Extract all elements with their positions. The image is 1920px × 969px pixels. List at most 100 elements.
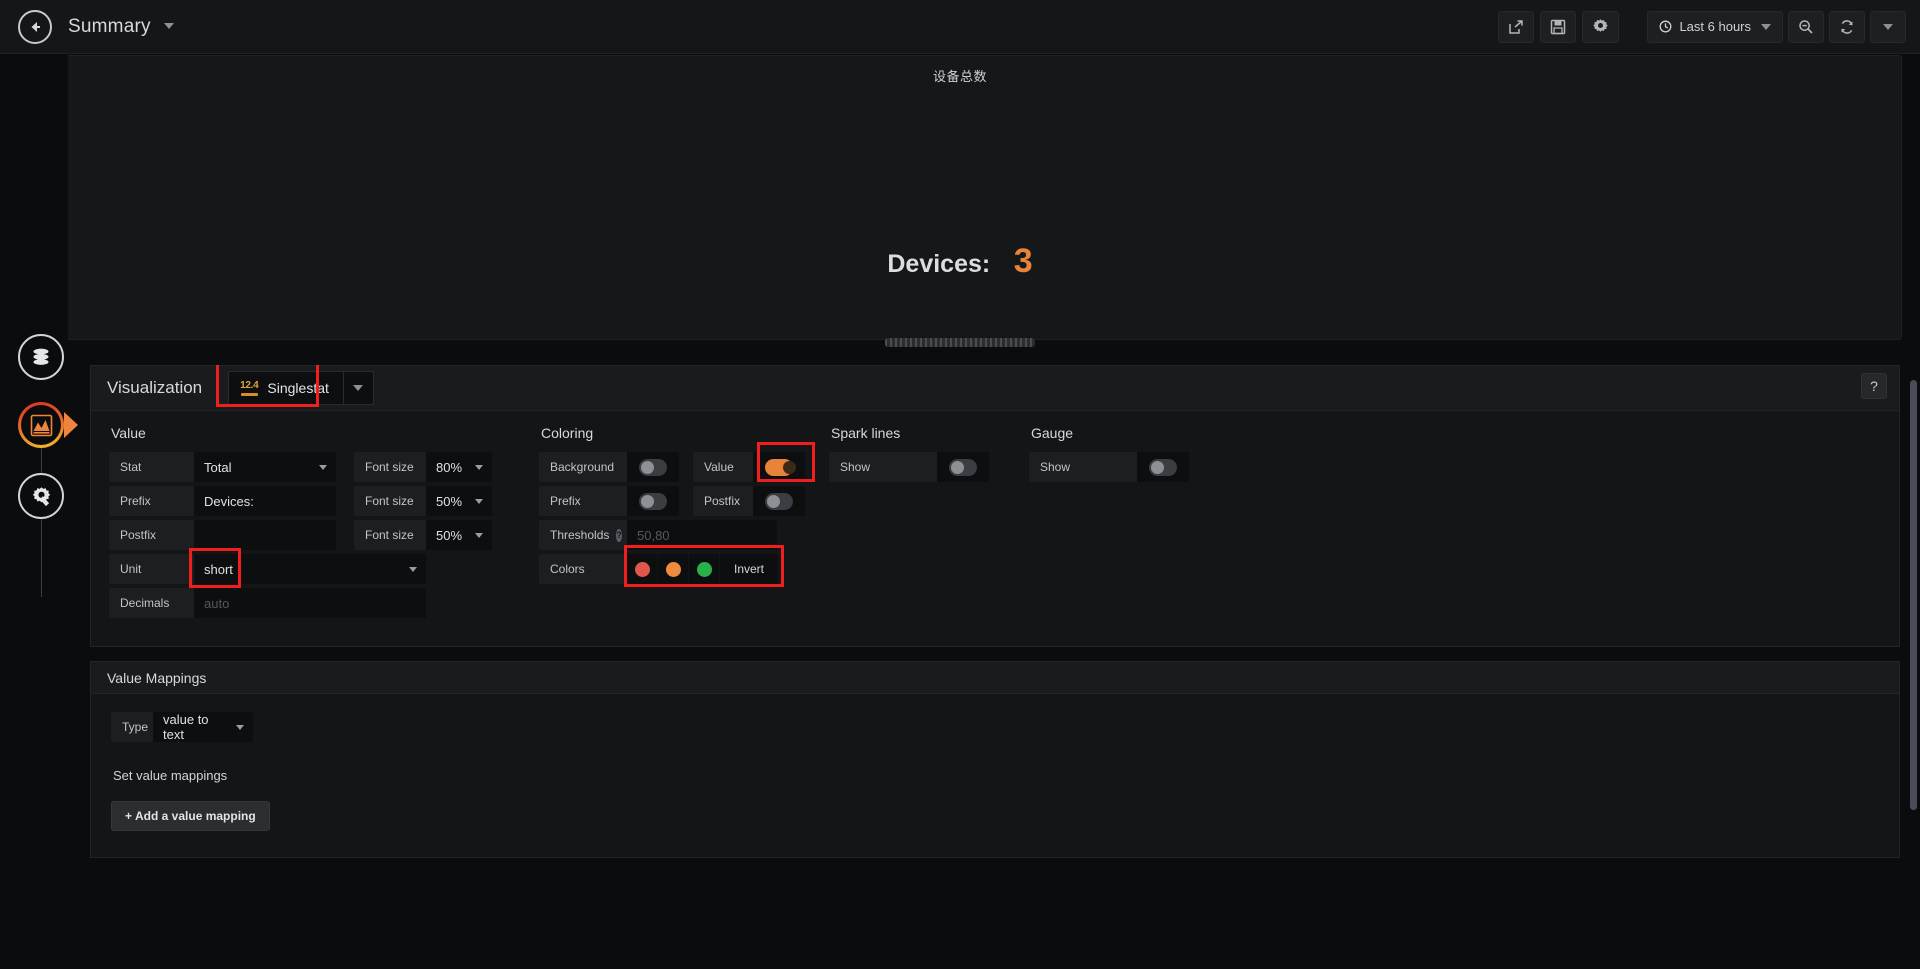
postfix-input[interactable] bbox=[194, 520, 336, 550]
coloring-background-label: Background bbox=[539, 452, 627, 482]
coloring-postfix-toggle-switch bbox=[765, 492, 793, 510]
prefix-row: Prefix Devices: Font size 50% bbox=[109, 486, 521, 516]
rail-item-visualization[interactable] bbox=[18, 402, 64, 448]
prefix-value: Devices: bbox=[204, 493, 254, 509]
stat-chevron-down-icon bbox=[319, 465, 327, 470]
prefix-font-size-select[interactable]: 50% bbox=[426, 486, 492, 516]
coloring-value-label: Value bbox=[693, 452, 753, 482]
top-navbar: Summary Last 6 hours bbox=[0, 0, 1920, 54]
database-icon bbox=[33, 348, 49, 365]
coloring-background-row: Background Value bbox=[539, 442, 815, 482]
coloring-section-title: Coloring bbox=[541, 425, 594, 441]
panel-help-button[interactable]: ? bbox=[1861, 373, 1887, 399]
coloring-options-section: Coloring Background Value Prefix Postfix bbox=[521, 425, 815, 622]
refresh-interval-button[interactable] bbox=[1870, 10, 1906, 43]
decimals-row: Decimals auto bbox=[109, 588, 521, 618]
coloring-background-toggle-switch bbox=[639, 458, 667, 476]
gauge-options-section: Gauge Show bbox=[1011, 425, 1211, 622]
invert-label: Invert bbox=[734, 562, 765, 576]
color-dot-red bbox=[634, 561, 650, 577]
stat-select[interactable]: Total bbox=[194, 452, 336, 482]
visualization-type-dropdown-button[interactable] bbox=[342, 372, 373, 404]
rail-item-panel-settings[interactable] bbox=[18, 473, 64, 519]
back-button[interactable] bbox=[18, 9, 52, 44]
sparklines-section-title: Spark lines bbox=[831, 425, 901, 441]
gauge-section-title: Gauge bbox=[1031, 425, 1074, 441]
chevron-down-icon bbox=[353, 385, 364, 391]
set-value-mappings-label: Set value mappings bbox=[113, 768, 228, 783]
singlestat-display: Devices: 3 bbox=[19, 242, 1901, 281]
thresholds-help-icon[interactable]: ? bbox=[616, 528, 622, 542]
dashboard-settings-button[interactable] bbox=[1582, 10, 1620, 43]
thresholds-row: Thresholds ? 50,80 bbox=[539, 520, 811, 550]
color-swatch-2[interactable] bbox=[658, 554, 688, 584]
coloring-postfix-toggle[interactable] bbox=[753, 486, 805, 516]
refresh-button[interactable] bbox=[1829, 10, 1865, 43]
postfix-font-size-label: Font size bbox=[354, 520, 426, 550]
stat-label: Stat bbox=[109, 452, 194, 482]
rail-item-datasource[interactable] bbox=[18, 334, 64, 380]
sparklines-show-toggle[interactable] bbox=[937, 452, 989, 482]
visualization-options: Value Stat Total Font size 80% Prefix De… bbox=[90, 411, 1900, 647]
stat-font-size-select[interactable]: 80% bbox=[426, 452, 492, 482]
back-arrow-icon bbox=[31, 21, 40, 32]
sparklines-options-section: Spark lines Show bbox=[811, 425, 1011, 622]
postfix-font-size-select[interactable]: 50% bbox=[426, 520, 492, 550]
stat-font-size-value: 80% bbox=[436, 459, 463, 475]
unit-select[interactable]: short bbox=[194, 554, 426, 584]
value-mappings-section: Value Mappings Type value to text Set va… bbox=[90, 661, 1900, 858]
coloring-prefix-toggle[interactable] bbox=[627, 486, 679, 516]
time-range-picker[interactable]: Last 6 hours bbox=[1647, 10, 1783, 43]
coloring-prefix-label: Prefix bbox=[539, 486, 627, 516]
dashboard-title[interactable]: Summary bbox=[68, 16, 175, 38]
sparklines-show-label: Show bbox=[829, 452, 937, 482]
plus-icon: + bbox=[125, 809, 133, 823]
help-question-icon: ? bbox=[1870, 378, 1878, 394]
singlestat-icon-text: 12.4 bbox=[240, 379, 259, 391]
visualization-type-current[interactable]: 12.4 Singlestat bbox=[229, 372, 343, 404]
visualization-type-picker[interactable]: 12.4 Singlestat bbox=[228, 371, 374, 405]
coloring-background-toggle[interactable] bbox=[627, 452, 679, 482]
colors-row: Colors Invert bbox=[539, 545, 811, 587]
share-button[interactable] bbox=[1498, 10, 1535, 43]
visualization-label: Visualization bbox=[107, 378, 203, 397]
editor-scrollbar-thumb[interactable] bbox=[1910, 380, 1917, 810]
gauge-show-toggle[interactable] bbox=[1137, 452, 1189, 482]
mapping-type-select[interactable]: value to text bbox=[153, 712, 253, 742]
prefix-input[interactable]: Devices: bbox=[194, 486, 336, 516]
colors-label: Colors bbox=[539, 554, 627, 584]
panel-preview: 设备总数 Devices: 3 bbox=[18, 55, 1902, 340]
color-swatch-3[interactable] bbox=[689, 554, 719, 584]
prefix-font-size-chevron-down-icon bbox=[475, 499, 483, 504]
panel-resize-handle[interactable] bbox=[885, 338, 1035, 347]
prefix-font-size-label: Font size bbox=[354, 486, 426, 516]
add-value-mapping-button[interactable]: + Add a value mapping bbox=[111, 801, 270, 831]
coloring-prefix-row: Prefix Postfix bbox=[539, 486, 811, 516]
thresholds-label-text: Thresholds bbox=[550, 528, 610, 542]
decimals-input[interactable]: auto bbox=[194, 588, 426, 618]
prefix-font-size-value: 50% bbox=[436, 493, 463, 509]
thresholds-placeholder: 50,80 bbox=[637, 527, 670, 543]
value-section-title: Value bbox=[111, 425, 146, 441]
zoom-out-button[interactable] bbox=[1788, 10, 1824, 43]
sparklines-show-row: Show bbox=[829, 452, 1011, 482]
coloring-postfix-label: Postfix bbox=[693, 486, 753, 516]
time-range-chevron-down-icon bbox=[1761, 23, 1771, 30]
gear-icon bbox=[1593, 19, 1609, 32]
stat-value: Total bbox=[204, 459, 232, 475]
invert-colors-button[interactable]: Invert bbox=[720, 554, 779, 584]
color-swatch-1[interactable] bbox=[627, 554, 657, 584]
zoom-out-search-icon bbox=[1799, 19, 1813, 34]
save-button[interactable] bbox=[1540, 10, 1577, 43]
stat-font-size-chevron-down-icon bbox=[475, 465, 483, 470]
mapping-type-row: Type value to text bbox=[111, 712, 1879, 742]
gauge-show-row: Show bbox=[1029, 452, 1211, 482]
decimals-placeholder: auto bbox=[204, 595, 230, 611]
coloring-value-toggle[interactable] bbox=[753, 452, 805, 482]
refresh-chevron-down-icon bbox=[1883, 23, 1893, 30]
decimals-label: Decimals bbox=[109, 588, 194, 618]
color-dot-green bbox=[696, 561, 712, 577]
unit-label: Unit bbox=[109, 554, 194, 584]
value-options-section: Value Stat Total Font size 80% Prefix De… bbox=[91, 425, 521, 622]
thresholds-input[interactable]: 50,80 bbox=[627, 520, 777, 550]
